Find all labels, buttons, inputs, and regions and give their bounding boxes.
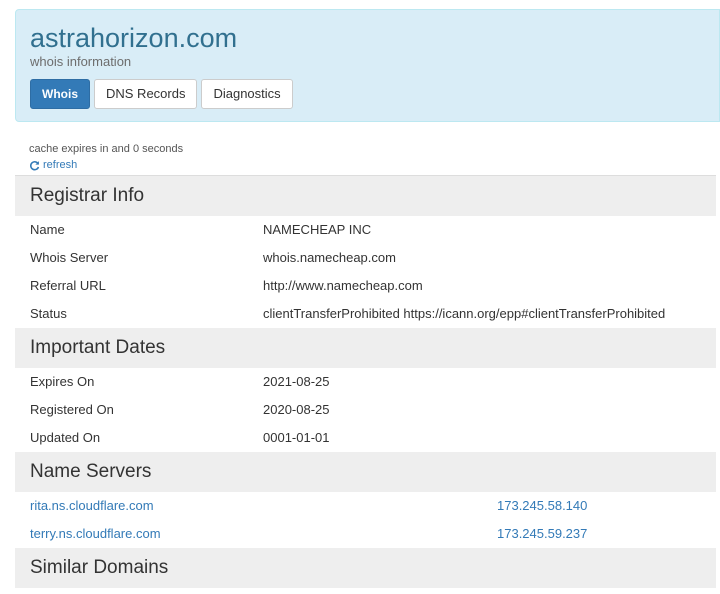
whois-page: astrahorizon.com whois information Whois… xyxy=(0,0,720,594)
name-servers-heading: Name Servers xyxy=(15,452,716,492)
row-value: clientTransferProhibited https://icann.o… xyxy=(263,306,666,321)
table-row: Referral URL http://www.namecheap.com xyxy=(15,272,716,300)
row-value: 2021-08-25 xyxy=(263,374,330,389)
whois-info-table: Registrar Info Name NAMECHEAP INC Whois … xyxy=(15,175,716,588)
table-row: Name NAMECHEAP INC xyxy=(15,216,716,244)
table-row: Whois Server whois.namecheap.com xyxy=(15,244,716,272)
nameserver-ip-link[interactable]: 173.245.58.140 xyxy=(497,492,587,520)
row-value: whois.namecheap.com xyxy=(263,250,396,265)
refresh-link[interactable]: refresh xyxy=(29,159,77,171)
table-row: Updated On 0001-01-01 xyxy=(15,424,716,452)
domain-header-panel: astrahorizon.com whois information Whois… xyxy=(15,9,720,122)
registrar-info-heading: Registrar Info xyxy=(15,176,716,216)
row-label: Registered On xyxy=(30,402,114,417)
table-row: Registered On 2020-08-25 xyxy=(15,396,716,424)
similar-domains-heading: Similar Domains xyxy=(15,548,716,588)
row-label: Status xyxy=(30,306,67,321)
tab-whois[interactable]: Whois xyxy=(30,79,90,109)
nameserver-ip-link[interactable]: 173.245.59.237 xyxy=(497,520,587,548)
tab-dns-records[interactable]: DNS Records xyxy=(94,79,198,109)
tab-diagnostics[interactable]: Diagnostics xyxy=(201,79,293,109)
important-dates-heading: Important Dates xyxy=(15,328,716,368)
table-row: Status clientTransferProhibited https://… xyxy=(15,300,716,328)
domain-subtitle: whois information xyxy=(30,54,132,69)
refresh-icon xyxy=(29,160,40,171)
domain-title: astrahorizon.com xyxy=(30,23,238,53)
row-value: 2020-08-25 xyxy=(263,402,330,417)
cache-expiry-text: cache expires in and 0 seconds xyxy=(29,143,184,155)
nameserver-row: terry.ns.cloudflare.com 173.245.59.237 xyxy=(15,520,716,548)
nameserver-host-link[interactable]: terry.ns.cloudflare.com xyxy=(30,520,161,548)
nameserver-row: rita.ns.cloudflare.com 173.245.58.140 xyxy=(15,492,716,520)
row-value: NAMECHEAP INC xyxy=(263,222,372,237)
row-label: Expires On xyxy=(30,374,95,389)
row-label: Referral URL xyxy=(30,278,106,293)
row-value: http://www.namecheap.com xyxy=(263,278,423,293)
nameserver-host-link[interactable]: rita.ns.cloudflare.com xyxy=(30,492,154,520)
row-value: 0001-01-01 xyxy=(263,430,330,445)
tab-bar: Whois DNS Records Diagnostics xyxy=(30,79,293,109)
refresh-label: refresh xyxy=(43,159,78,171)
table-row: Expires On 2021-08-25 xyxy=(15,368,716,396)
row-label: Whois Server xyxy=(30,250,109,265)
row-label: Name xyxy=(30,222,65,237)
row-label: Updated On xyxy=(30,430,101,445)
